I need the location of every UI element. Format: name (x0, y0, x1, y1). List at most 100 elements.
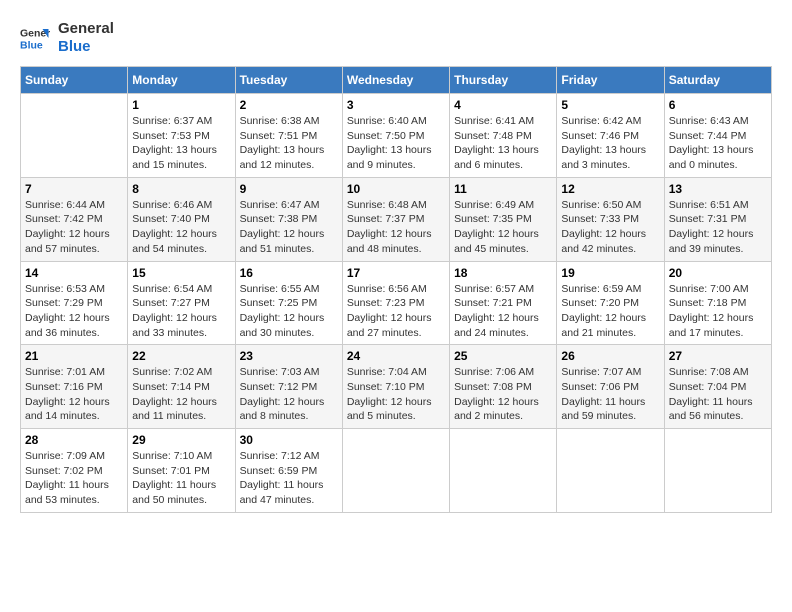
day-info: Sunrise: 6:51 AMSunset: 7:31 PMDaylight:… (669, 198, 767, 257)
calendar-cell: 26Sunrise: 7:07 AMSunset: 7:06 PMDayligh… (557, 345, 664, 429)
day-number: 28 (25, 433, 123, 447)
svg-text:Blue: Blue (20, 40, 43, 52)
column-header-saturday: Saturday (664, 67, 771, 94)
day-number: 27 (669, 349, 767, 363)
calendar-cell: 3Sunrise: 6:40 AMSunset: 7:50 PMDaylight… (342, 94, 449, 178)
calendar-cell: 19 Sunrise: 6:59 AMSunset: 7:20 PMDayligh… (557, 261, 664, 345)
calendar-cell: 1Sunrise: 6:37 AMSunset: 7:53 PMDaylight… (128, 94, 235, 178)
calendar-cell (450, 429, 557, 513)
calendar-cell: 5Sunrise: 6:42 AMSunset: 7:46 PMDaylight… (557, 94, 664, 178)
column-header-thursday: Thursday (450, 67, 557, 94)
column-header-wednesday: Wednesday (342, 67, 449, 94)
calendar-cell: 11 Sunrise: 6:49 AMSunset: 7:35 PMDayligh… (450, 177, 557, 261)
calendar-table: SundayMondayTuesdayWednesdayThursdayFrid… (20, 66, 772, 513)
day-number: 19 (561, 266, 659, 280)
day-number: 14 (25, 266, 123, 280)
day-number: 2 (240, 98, 338, 112)
day-info: Sunrise: 6:57 AMSunset: 7:21 PMDaylight:… (454, 282, 552, 341)
day-number: 15 (132, 266, 230, 280)
column-header-friday: Friday (557, 67, 664, 94)
day-number: 1 (132, 98, 230, 112)
day-number: 6 (669, 98, 767, 112)
day-number: 12 (561, 182, 659, 196)
calendar-cell: 22Sunrise: 7:02 AMSunset: 7:14 PMDayligh… (128, 345, 235, 429)
day-info: Sunrise: 7:08 AMSunset: 7:04 PMDaylight:… (669, 365, 767, 424)
calendar-cell: 15 Sunrise: 6:54 AMSunset: 7:27 PMDayligh… (128, 261, 235, 345)
logo-line1: General (58, 20, 114, 38)
day-info: Sunrise: 6:53 AMSunset: 7:29 PMDaylight:… (25, 282, 123, 341)
calendar-cell (342, 429, 449, 513)
day-info: Sunrise: 7:06 AMSunset: 7:08 PMDaylight:… (454, 365, 552, 424)
day-info: Sunrise: 6:41 AMSunset: 7:48 PMDaylight:… (454, 114, 552, 173)
day-number: 17 (347, 266, 445, 280)
calendar-cell: 23 Sunrise: 7:03 AMSunset: 7:12 PMDayligh… (235, 345, 342, 429)
column-header-sunday: Sunday (21, 67, 128, 94)
day-info: Sunrise: 6:49 AMSunset: 7:35 PMDaylight:… (454, 198, 552, 257)
logo-icon: General Blue (20, 23, 50, 53)
calendar-cell: 9 Sunrise: 6:47 AMSunset: 7:38 PMDaylight… (235, 177, 342, 261)
column-header-monday: Monday (128, 67, 235, 94)
calendar-cell: 4 Sunrise: 6:41 AMSunset: 7:48 PMDaylight… (450, 94, 557, 178)
day-info: Sunrise: 7:12 AMSunset: 6:59 PMDaylight:… (240, 449, 338, 508)
day-number: 4 (454, 98, 552, 112)
calendar-cell: 28 Sunrise: 7:09 AMSunset: 7:02 PMDayligh… (21, 429, 128, 513)
day-info: Sunrise: 6:47 AMSunset: 7:38 PMDaylight:… (240, 198, 338, 257)
calendar-cell: 29 Sunrise: 7:10 AMSunset: 7:01 PMDayligh… (128, 429, 235, 513)
day-info: Sunrise: 6:55 AMSunset: 7:25 PMDaylight:… (240, 282, 338, 341)
calendar-cell: 17 Sunrise: 6:56 AMSunset: 7:23 PMDayligh… (342, 261, 449, 345)
day-info: Sunrise: 7:03 AMSunset: 7:12 PMDaylight:… (240, 365, 338, 424)
day-number: 22 (132, 349, 230, 363)
day-number: 25 (454, 349, 552, 363)
calendar-cell: 27 Sunrise: 7:08 AMSunset: 7:04 PMDayligh… (664, 345, 771, 429)
day-info: Sunrise: 6:43 AMSunset: 7:44 PMDaylight:… (669, 114, 767, 173)
day-number: 10 (347, 182, 445, 196)
column-header-tuesday: Tuesday (235, 67, 342, 94)
day-info: Sunrise: 7:01 AMSunset: 7:16 PMDaylight:… (25, 365, 123, 424)
page-header: General Blue General Blue (20, 20, 772, 56)
day-info: Sunrise: 6:46 AMSunset: 7:40 PMDaylight:… (132, 198, 230, 257)
day-number: 20 (669, 266, 767, 280)
day-info: Sunrise: 6:42 AMSunset: 7:46 PMDaylight:… (561, 114, 659, 173)
day-number: 9 (240, 182, 338, 196)
calendar-cell: 10 Sunrise: 6:48 AMSunset: 7:37 PMDayligh… (342, 177, 449, 261)
calendar-cell: 18 Sunrise: 6:57 AMSunset: 7:21 PMDayligh… (450, 261, 557, 345)
day-info: Sunrise: 7:09 AMSunset: 7:02 PMDaylight:… (25, 449, 123, 508)
calendar-cell: 2 Sunrise: 6:38 AMSunset: 7:51 PMDaylight… (235, 94, 342, 178)
day-info: Sunrise: 6:50 AMSunset: 7:33 PMDaylight:… (561, 198, 659, 257)
day-info: Sunrise: 6:44 AMSunset: 7:42 PMDaylight:… (25, 198, 123, 257)
logo: General Blue General Blue (20, 20, 114, 56)
calendar-cell: 21 Sunrise: 7:01 AMSunset: 7:16 PMDayligh… (21, 345, 128, 429)
day-info: Sunrise: 6:48 AMSunset: 7:37 PMDaylight:… (347, 198, 445, 257)
calendar-cell (21, 94, 128, 178)
day-info: Sunrise: 6:59 AMSunset: 7:20 PMDaylight:… (561, 282, 659, 341)
day-number: 30 (240, 433, 338, 447)
day-number: 16 (240, 266, 338, 280)
day-info: Sunrise: 7:07 AMSunset: 7:06 PMDaylight:… (561, 365, 659, 424)
calendar-cell: 12 Sunrise: 6:50 AMSunset: 7:33 PMDayligh… (557, 177, 664, 261)
day-number: 21 (25, 349, 123, 363)
calendar-cell: 8 Sunrise: 6:46 AMSunset: 7:40 PMDaylight… (128, 177, 235, 261)
calendar-cell: 16 Sunrise: 6:55 AMSunset: 7:25 PMDayligh… (235, 261, 342, 345)
calendar-cell: 7 Sunrise: 6:44 AMSunset: 7:42 PMDaylight… (21, 177, 128, 261)
day-number: 7 (25, 182, 123, 196)
calendar-cell (664, 429, 771, 513)
day-number: 23 (240, 349, 338, 363)
day-info: Sunrise: 7:10 AMSunset: 7:01 PMDaylight:… (132, 449, 230, 508)
calendar-cell: 13Sunrise: 6:51 AMSunset: 7:31 PMDayligh… (664, 177, 771, 261)
day-number: 8 (132, 182, 230, 196)
calendar-cell: 6 Sunrise: 6:43 AMSunset: 7:44 PMDaylight… (664, 94, 771, 178)
calendar-cell: 25 Sunrise: 7:06 AMSunset: 7:08 PMDayligh… (450, 345, 557, 429)
calendar-cell: 14 Sunrise: 6:53 AMSunset: 7:29 PMDayligh… (21, 261, 128, 345)
day-info: Sunrise: 6:40 AMSunset: 7:50 PMDaylight:… (347, 114, 445, 173)
day-number: 11 (454, 182, 552, 196)
day-info: Sunrise: 7:04 AMSunset: 7:10 PMDaylight:… (347, 365, 445, 424)
day-info: Sunrise: 6:54 AMSunset: 7:27 PMDaylight:… (132, 282, 230, 341)
day-number: 29 (132, 433, 230, 447)
logo-line2: Blue (58, 38, 114, 56)
day-number: 24 (347, 349, 445, 363)
day-number: 18 (454, 266, 552, 280)
day-info: Sunrise: 6:56 AMSunset: 7:23 PMDaylight:… (347, 282, 445, 341)
day-info: Sunrise: 6:38 AMSunset: 7:51 PMDaylight:… (240, 114, 338, 173)
calendar-cell: 20Sunrise: 7:00 AMSunset: 7:18 PMDayligh… (664, 261, 771, 345)
calendar-cell (557, 429, 664, 513)
